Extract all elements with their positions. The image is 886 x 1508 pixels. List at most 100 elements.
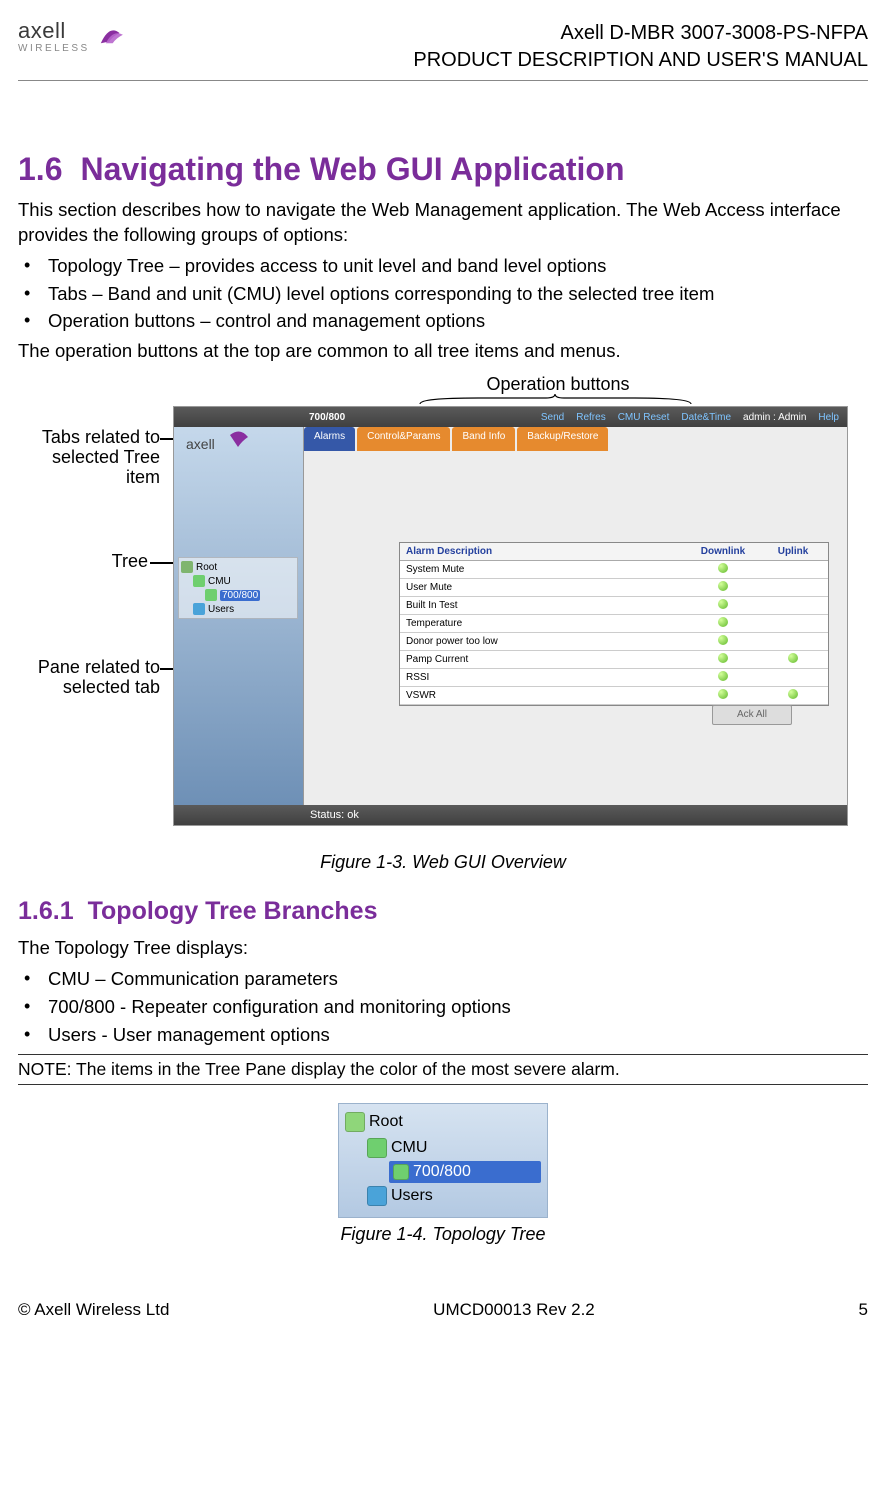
status-dot-icon (718, 599, 728, 609)
table-row: RSSI (400, 669, 828, 687)
status-icon (393, 1164, 409, 1180)
cell-name: Donor power too low (400, 633, 688, 650)
topbar-band: 700/800 (309, 412, 345, 423)
status-dot-icon (718, 635, 728, 645)
subsection-heading: 1.6.1 Topology Tree Branches (18, 897, 868, 926)
bullet: Operation buttons – control and manageme… (18, 307, 868, 335)
subsection-intro: The Topology Tree displays: (18, 936, 868, 961)
logo-sub: WIRELESS (18, 44, 90, 54)
cell-name: Built In Test (400, 597, 688, 614)
gui-topbar: 700/800 Send Refres CMU Reset Date&Time … (174, 407, 847, 427)
cell-uplink (758, 651, 828, 668)
logo-brand: axell (18, 20, 90, 42)
subsection-num: 1.6.1 (18, 897, 74, 925)
tree-users[interactable]: Users (345, 1183, 541, 1209)
status-bar: Status: ok (174, 805, 847, 825)
cell-downlink (688, 651, 758, 668)
users-icon (367, 1186, 387, 1206)
page-header: axell WIRELESS Axell D-MBR 3007-3008-PS-… (18, 20, 868, 81)
tab-band-info[interactable]: Band Info (452, 427, 515, 451)
hdr-desc: Alarm Description (400, 543, 688, 560)
cell-uplink (758, 669, 828, 686)
gui-sidebar: axell Root CMU 700/800 Users (174, 427, 304, 805)
logo-text: axell WIRELESS (18, 20, 90, 54)
swirl-icon (94, 16, 128, 50)
tab-control-params[interactable]: Control&Params (357, 427, 450, 451)
note: NOTE: The items in the Tree Pane display… (18, 1054, 868, 1085)
bullet: CMU – Communication parameters (18, 965, 868, 993)
topbar-links: Send Refres CMU Reset Date&Time admin : … (541, 412, 847, 423)
cell-name: VSWR (400, 687, 688, 704)
status-dot-icon (718, 563, 728, 573)
figure-1-4-caption: Figure 1-4. Topology Tree (18, 1224, 868, 1245)
cell-downlink (688, 579, 758, 596)
tab-alarms[interactable]: Alarms (304, 427, 355, 451)
status-dot-icon (718, 581, 728, 591)
figure-1-3-caption: Figure 1-3. Web GUI Overview (18, 852, 868, 873)
tree-cmu[interactable]: CMU (181, 574, 295, 588)
cell-downlink (688, 669, 758, 686)
gui-main: axell Root CMU 700/800 Users Alarms Cont… (174, 427, 847, 805)
bullet: Users - User management options (18, 1021, 868, 1049)
svg-text:axell: axell (186, 436, 215, 452)
tree-root[interactable]: Root (181, 560, 295, 574)
brace-icon (418, 394, 693, 406)
tree-band-selected[interactable]: 700/800 (389, 1161, 541, 1183)
callout-operation: Operation buttons (448, 374, 668, 395)
callout-tabs: Tabs related to selected Tree item (20, 428, 160, 487)
callout-tree: Tree (88, 552, 148, 572)
cell-uplink (758, 633, 828, 650)
bullet: Tabs – Band and unit (CMU) level options… (18, 280, 868, 308)
section-after: The operation buttons at the top are com… (18, 339, 868, 364)
tb-datetime[interactable]: Date&Time (681, 412, 731, 423)
cell-downlink (688, 687, 758, 704)
gui-screenshot: 700/800 Send Refres CMU Reset Date&Time … (173, 406, 848, 826)
subsection-title: Topology Tree Branches (88, 897, 378, 925)
status-dot-icon (718, 671, 728, 681)
alarm-table: Alarm Description Downlink Uplink System… (399, 542, 829, 706)
cell-uplink (758, 615, 828, 632)
tree-band-selected[interactable]: 700/800 (181, 588, 295, 602)
hdr-down: Downlink (688, 543, 758, 560)
bullet: Topology Tree – provides access to unit … (18, 252, 868, 280)
table-row: System Mute (400, 561, 828, 579)
cell-name: System Mute (400, 561, 688, 578)
table-row: User Mute (400, 579, 828, 597)
footer-left: © Axell Wireless Ltd (18, 1300, 169, 1320)
tree-root[interactable]: Root (345, 1109, 541, 1135)
cell-downlink (688, 561, 758, 578)
tab-strip: Alarms Control&Params Band Info Backup/R… (304, 427, 610, 451)
table-row: VSWR (400, 687, 828, 705)
cell-name: User Mute (400, 579, 688, 596)
status-dot-icon (718, 617, 728, 627)
cell-name: Pamp Current (400, 651, 688, 668)
logo: axell WIRELESS (18, 20, 128, 54)
status-dot-icon (718, 653, 728, 663)
bullet: 700/800 - Repeater configuration and mon… (18, 993, 868, 1021)
table-row: Built In Test (400, 597, 828, 615)
cell-name: Temperature (400, 615, 688, 632)
status-icon (367, 1138, 387, 1158)
ack-all-button[interactable]: Ack All (712, 705, 792, 725)
tb-cmu-reset[interactable]: CMU Reset (618, 412, 670, 423)
tree-cmu[interactable]: CMU (345, 1135, 541, 1161)
status-icon (345, 1112, 365, 1132)
section-heading: 1.6 Navigating the Web GUI Application (18, 151, 868, 188)
cell-uplink (758, 561, 828, 578)
cell-uplink (758, 597, 828, 614)
tb-refresh[interactable]: Refres (576, 412, 605, 423)
tab-backup-restore[interactable]: Backup/Restore (517, 427, 608, 451)
status-dot-icon (788, 653, 798, 663)
figure-1-4: Root CMU 700/800 Users (18, 1103, 868, 1218)
tb-help[interactable]: Help (818, 412, 839, 423)
section-title: Navigating the Web GUI Application (80, 151, 624, 187)
cell-downlink (688, 597, 758, 614)
section-num: 1.6 (18, 151, 62, 187)
cell-downlink (688, 633, 758, 650)
status-dot-icon (718, 689, 728, 699)
table-row: Donor power too low (400, 633, 828, 651)
cell-uplink (758, 579, 828, 596)
footer-center: UMCD00013 Rev 2.2 (433, 1300, 595, 1320)
tree-users[interactable]: Users (181, 602, 295, 616)
tb-send[interactable]: Send (541, 412, 564, 423)
